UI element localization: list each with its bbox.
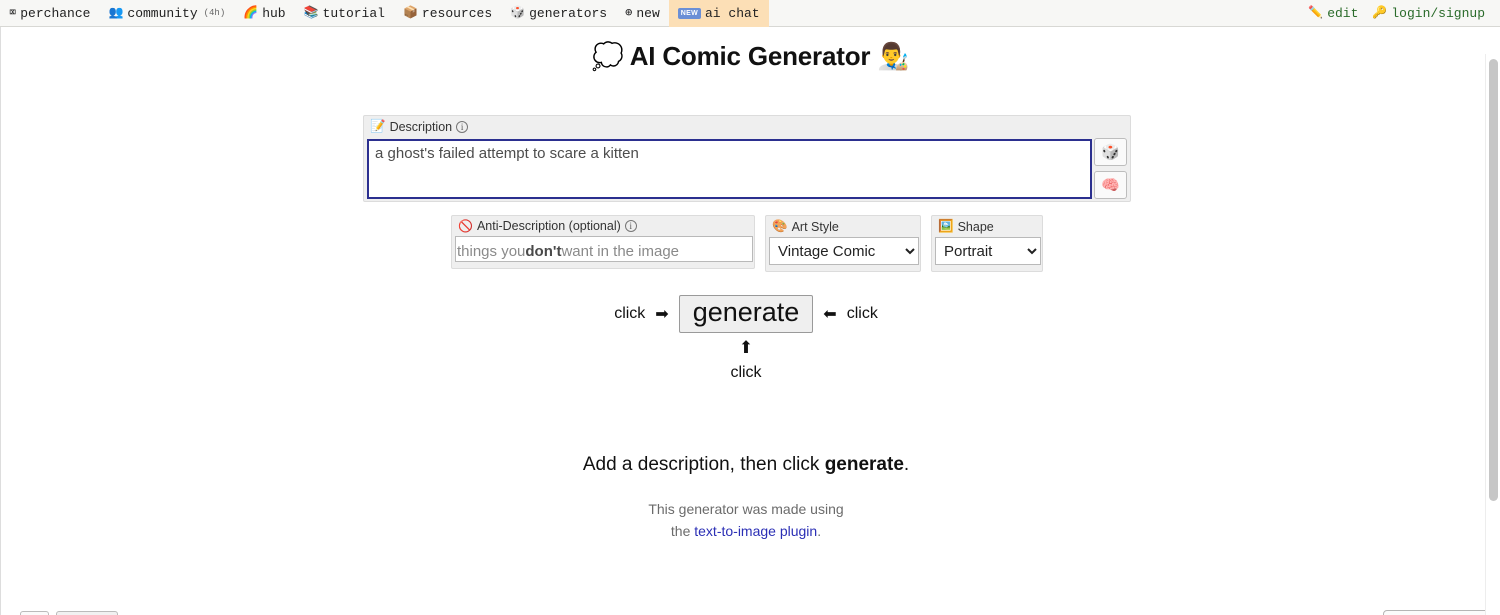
shape-label-row: 🖼️ Shape <box>932 216 1042 237</box>
key-icon: 🔑 <box>1372 6 1388 20</box>
page-scrollbar-track[interactable] <box>1485 54 1500 615</box>
nav-item-community[interactable]: 👥 community (4h) <box>99 0 234 27</box>
arrow-up-icon: ⬆ <box>738 338 754 357</box>
rainbow-icon: 🌈 <box>243 6 259 20</box>
dice-icon: 🎲 <box>510 6 526 20</box>
hint-post: . <box>903 454 910 475</box>
art-style-select[interactable]: Vintage Comic <box>769 237 919 265</box>
empty-state-hint: Add a description, then click generate. <box>1 454 1491 476</box>
anti-description-panel: 🚫 Anti-Description (optional) i <box>451 215 755 269</box>
books-icon: 📚 <box>303 6 319 20</box>
nav-left-group: ⌧ perchance 👥 community (4h) 🌈 hub 📚 tut… <box>0 0 769 27</box>
text-to-image-plugin-link[interactable]: text-to-image plugin <box>694 523 817 539</box>
nav-item-new[interactable]: ⊕ new <box>616 0 669 27</box>
credit-line-2: the text-to-image plugin. <box>1 521 1491 543</box>
dice-icon: 🎲 <box>1101 144 1120 161</box>
nav-item-resources[interactable]: 📦 resources <box>394 0 501 27</box>
nav-item-label: generators <box>529 5 608 21</box>
arrow-left-icon: ⬅ <box>823 306 837 324</box>
credit-post: . <box>817 522 822 539</box>
plugin-credit: This generator was made using the text-t… <box>1 499 1491 542</box>
art-style-panel: 🎨 Art Style Vintage Comic <box>765 215 921 272</box>
package-icon: 📦 <box>402 6 418 20</box>
description-label-row: 📝 Description i <box>364 116 1130 136</box>
prohibited-icon: 🚫 <box>458 219 473 233</box>
nav-item-label: ai chat <box>704 5 760 21</box>
nav-item-label: hub <box>262 5 286 21</box>
description-input[interactable] <box>367 139 1092 199</box>
nav-item-label: community <box>127 5 198 21</box>
randomize-description-button[interactable]: 🎲 <box>1094 138 1127 166</box>
click-hint-left: click <box>614 305 646 323</box>
anti-description-label: Anti-Description (optional) <box>476 219 621 233</box>
nav-item-login-signup[interactable]: 🔑 login/signup <box>1365 0 1492 27</box>
pencil-icon: ✏️ <box>1308 6 1324 20</box>
page-title-text: AI Comic Generator <box>629 41 871 71</box>
anti-description-label-row: 🚫 Anti-Description (optional) i <box>452 216 754 236</box>
description-panel: 📝 Description i 🎲 🧠 <box>363 115 1131 202</box>
click-hint-right: click <box>846 305 878 323</box>
shape-label: Shape <box>957 219 994 234</box>
community-updated-time: (4h) <box>203 8 226 18</box>
nav-item-perchance[interactable]: ⌧ perchance <box>0 0 99 27</box>
brain-icon: 🧠 <box>1101 177 1120 194</box>
top-navigation-bar: ⌧ perchance 👥 community (4h) 🌈 hub 📚 tut… <box>0 0 1500 27</box>
info-icon[interactable]: i <box>624 220 637 232</box>
nav-right-group: ✏️ edit 🔑 login/signup <box>1301 0 1500 27</box>
generate-row: click ➡ generate ⬅ click <box>1 295 1491 334</box>
cursor-select-button[interactable]: ↖ <box>56 611 118 615</box>
speech-bubble-icon: 💭 <box>591 41 624 71</box>
memo-icon: 📝 <box>370 119 386 133</box>
click-hint-below-group: ⬆ click <box>1 335 1491 385</box>
hint-pre: Add a description, then click <box>582 454 825 475</box>
nav-item-edit[interactable]: ✏️ edit <box>1301 0 1365 27</box>
art-style-label: Art Style <box>791 219 839 234</box>
people-icon: 👥 <box>108 6 124 20</box>
feedback-button[interactable]: 💬 feedback <box>1383 610 1492 615</box>
click-hint-below: click <box>730 363 762 381</box>
plus-circle-icon: ⊕ <box>625 6 633 20</box>
image-tool-button[interactable]: 🖼 <box>20 611 49 615</box>
info-icon[interactable]: i <box>456 120 469 133</box>
nav-item-generators[interactable]: 🎲 generators <box>501 0 616 27</box>
arrow-right-icon: ➡ <box>655 306 669 324</box>
credit-pre: the <box>670 522 695 539</box>
nav-item-label: perchance <box>20 5 91 21</box>
palette-icon: 🎨 <box>772 219 788 233</box>
art-style-label-row: 🎨 Art Style <box>766 216 920 237</box>
nav-item-ai-chat[interactable]: NEW ai chat <box>668 0 769 27</box>
nav-item-label: login/signup <box>1391 5 1485 21</box>
generator-page: 💭 AI Comic Generator 👨‍🎨 📝 Description i… <box>0 27 1500 615</box>
anti-description-input[interactable] <box>455 236 753 262</box>
framed-picture-icon: 🖼️ <box>938 219 954 233</box>
nav-item-label: edit <box>1327 5 1359 21</box>
page-title: 💭 AI Comic Generator 👨‍🎨 <box>1 27 1500 72</box>
hint-bold: generate <box>824 454 904 475</box>
page-scrollbar-thumb[interactable] <box>1489 59 1498 501</box>
artist-icon: 👨‍🎨 <box>877 41 910 71</box>
nav-item-label: resources <box>421 5 493 21</box>
new-badge-icon: NEW <box>677 7 701 19</box>
nav-item-label: new <box>636 5 660 21</box>
perchance-logo-icon: ⌧ <box>9 6 17 20</box>
shape-select[interactable]: Portrait <box>935 237 1041 265</box>
nav-item-hub[interactable]: 🌈 hub <box>234 0 294 27</box>
nav-item-label: tutorial <box>322 5 385 21</box>
description-label: Description <box>389 119 453 134</box>
nav-item-tutorial[interactable]: 📚 tutorial <box>295 0 394 27</box>
shape-panel: 🖼️ Shape Portrait <box>931 215 1043 272</box>
generate-button[interactable]: generate <box>678 295 814 334</box>
credit-line-1: This generator was made using <box>648 501 844 517</box>
ai-enhance-description-button[interactable]: 🧠 <box>1094 171 1127 199</box>
